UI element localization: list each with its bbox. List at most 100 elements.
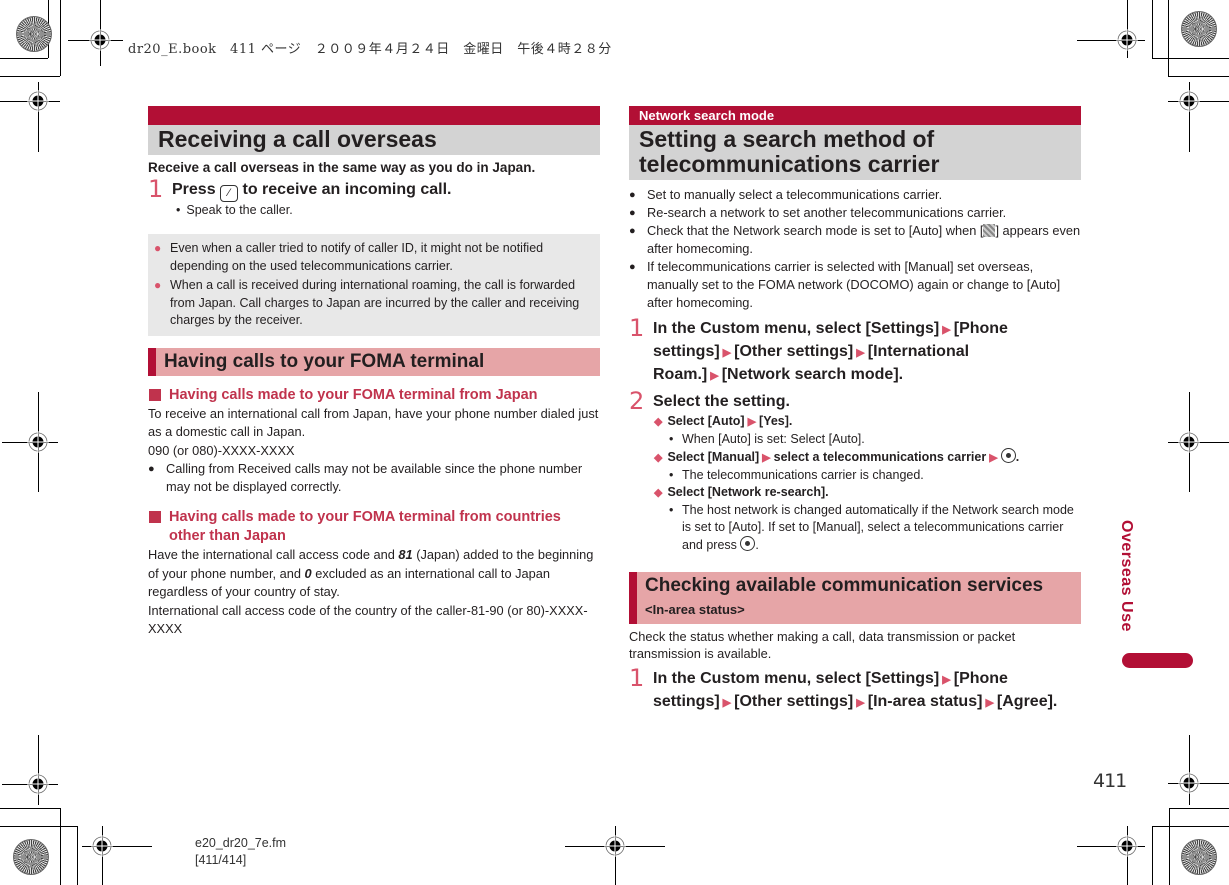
option-text: [Yes].	[759, 414, 793, 428]
bullet-item: ● Check that the Network search mode is s…	[629, 222, 1081, 258]
step-text-post: to receive an incoming call.	[242, 181, 452, 198]
body-text: Check the status whether making a call, …	[629, 629, 1016, 661]
subheading-text: Having calls made to your FOMA terminal …	[169, 509, 561, 544]
arrow-right-icon: ▶	[989, 452, 998, 464]
bullet-icon: ●	[629, 207, 636, 219]
step-1: 1 In the Custom menu, select [Settings] ▶…	[629, 666, 1081, 714]
step-text: Select the setting.	[653, 393, 790, 410]
note-text: Even when a caller tried to notify of ca…	[170, 241, 544, 273]
menu-path-item: [Agree].	[996, 693, 1058, 710]
phone-format: International call access code of the co…	[148, 602, 588, 637]
section-title-receiving-call: Receiving a call overseas	[148, 125, 600, 155]
right-column: Network search mode Setting a search met…	[629, 106, 1081, 714]
subheading-from-japan: Having calls made to your FOMA terminal …	[148, 386, 600, 405]
step-1: 1 Press ⁄ to receive an incoming call.	[148, 175, 600, 203]
registration-rosette-icon	[1181, 839, 1217, 875]
body-text: Have the international call access code …	[148, 546, 600, 602]
crop-line	[1169, 808, 1229, 809]
bullet-item: ● If telecommunications carrier is select…	[629, 258, 1081, 312]
registration-mark-icon	[1178, 90, 1200, 112]
menu-path: In the Custom menu, select [Settings] ▶ [P…	[653, 668, 1081, 714]
print-header: dr20_E.book 411 ページ ２００９年４月２４日 金曜日 午後４時２…	[128, 42, 612, 57]
note-text: The telecommunications carrier is change…	[682, 468, 924, 482]
crop-line	[60, 0, 61, 76]
registration-mark-icon	[27, 431, 49, 453]
bullet-icon: ●	[629, 189, 636, 201]
registration-rosette-icon	[1181, 11, 1217, 47]
body-text: To receive an international call from Ja…	[148, 405, 599, 440]
left-column: Receiving a call overseas Receive a call…	[148, 106, 600, 639]
section-title-search-method: Setting a search method of telecommunica…	[629, 125, 1081, 180]
arrow-right-icon: ▶	[722, 347, 732, 359]
bullet-icon: ●	[148, 463, 155, 475]
text-run: Have the international call access code …	[148, 547, 399, 562]
step-2: 2 Select the setting.	[629, 389, 1081, 413]
section-lead: Receive a call overseas in the same way …	[148, 160, 536, 175]
excluded-digit: 0	[304, 565, 312, 581]
subheading-other-countries: Having calls made to your FOMA terminal …	[148, 508, 600, 546]
diamond-icon: ◆	[654, 416, 663, 428]
step-text: Press ⁄ to receive an incoming call.	[172, 179, 600, 202]
square-bullet-icon	[149, 511, 161, 523]
bullet-icon: ●	[154, 241, 162, 255]
bullet-icon: ●	[629, 225, 636, 237]
footer-filename: e20_dr20_7e.fm	[195, 836, 287, 850]
registration-mark-icon	[604, 835, 626, 857]
step-number: 1	[148, 175, 164, 203]
menu-path-item: In the Custom menu, select [Settings]	[653, 320, 940, 337]
page-number: 411	[1093, 770, 1127, 792]
crop-line	[60, 808, 61, 885]
arrow-right-icon: ▶	[722, 697, 732, 709]
step-text-pre: Press	[172, 181, 216, 198]
subheading-text: Having calls made to your FOMA terminal …	[169, 386, 538, 403]
option-note: • The host network is changed automatical…	[669, 502, 1081, 554]
section-bar	[148, 106, 600, 125]
menu-path-item: [In-area status]	[867, 693, 983, 710]
option-text: Select [Network re-search].	[667, 485, 829, 499]
bullet-text: Set to manually select a telecommunicati…	[647, 187, 943, 202]
chapter-tab-marker	[1122, 653, 1193, 668]
bullet-item: ● Set to manually select a telecommunicat…	[629, 186, 1081, 204]
bullet-text: If telecommunications carrier is selecte…	[647, 259, 1061, 310]
note-text: When a call is received during internati…	[170, 278, 580, 327]
option-text: select a telecommunications carrier	[773, 450, 987, 464]
step-note: Speak to the caller.	[176, 202, 600, 219]
print-footer: e20_dr20_7e.fm [411/414]	[195, 835, 286, 869]
registration-mark-icon	[27, 773, 49, 795]
arrow-right-icon: ▶	[856, 697, 865, 709]
option-auto: ◆ Select [Auto] ▶ [Yes].	[654, 413, 1081, 431]
crop-line	[1168, 0, 1169, 76]
registration-rosette-icon	[13, 839, 49, 875]
crop-line	[1189, 735, 1190, 805]
diamond-icon: ◆	[654, 487, 663, 499]
section-title-in-area-status: Checking available communication service…	[629, 572, 1081, 624]
menu-path: In the Custom menu, select [Settings] ▶ [P…	[653, 318, 1081, 387]
note-text: The host network is changed automaticall…	[682, 502, 1081, 554]
chapter-tab: Overseas Use	[1118, 520, 1135, 632]
crop-line	[1152, 58, 1229, 59]
option-text: Select [Manual]	[667, 450, 760, 464]
crop-line	[1168, 76, 1229, 77]
text-run: Check that the Network search mode is se…	[647, 223, 984, 238]
bullet-item: ● Re-search a network to set another tele…	[629, 204, 1081, 222]
country-code: 81	[398, 547, 413, 562]
call-key-icon: ⁄	[220, 185, 239, 202]
registration-mark-icon	[1116, 835, 1138, 857]
text-run: .	[755, 538, 759, 552]
registration-mark-icon	[91, 835, 113, 857]
registration-mark-icon	[1178, 772, 1200, 794]
note-item: ● When a call is received during interna…	[154, 277, 594, 330]
roaming-status-icon	[983, 224, 996, 237]
step-1: 1 In the Custom menu, select [Settings] ▶…	[629, 316, 1081, 387]
bullet-icon: •	[669, 503, 674, 517]
section-subtitle: <In-area status>	[645, 602, 745, 617]
notes-box: ● Even when a caller tried to notify of …	[148, 234, 600, 336]
arrow-right-icon: ▶	[710, 370, 719, 382]
bullet-icon: •	[669, 468, 674, 482]
option-text: .	[1015, 450, 1020, 464]
crop-line	[0, 58, 48, 59]
crop-line	[0, 76, 60, 77]
option-note: • The telecommunications carrier is chang…	[669, 467, 1081, 484]
registration-mark-icon	[27, 90, 49, 112]
crop-line	[77, 826, 78, 885]
